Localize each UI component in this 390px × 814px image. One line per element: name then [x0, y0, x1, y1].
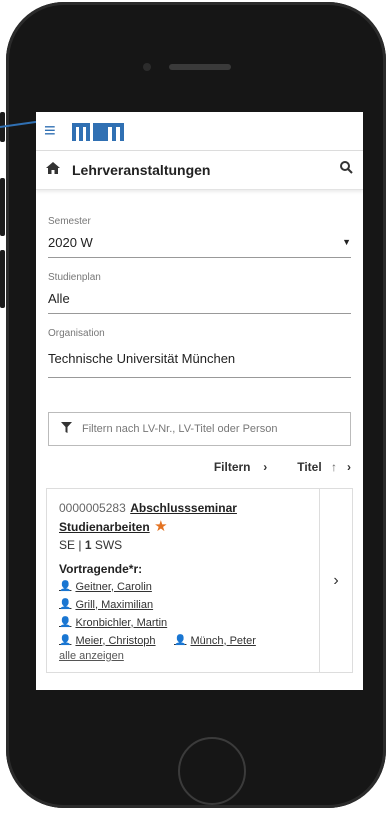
- home-icon[interactable]: [46, 161, 72, 179]
- tum-logo-mark: [72, 123, 124, 141]
- volume-up-button: [0, 178, 5, 236]
- show-all-lecturers-link[interactable]: alle anzeigen: [59, 650, 307, 662]
- semester-select[interactable]: 2020 W ▼: [48, 227, 351, 258]
- organisation-select[interactable]: Technische Universität München: [48, 339, 351, 378]
- sort-arrow-up-icon: ↑: [331, 460, 337, 474]
- user-icon: 👤: [174, 635, 187, 646]
- user-icon: 👤: [59, 581, 72, 592]
- user-icon: 👤: [59, 635, 72, 646]
- lecturer-link[interactable]: 👤 Kronbichler, Martin: [59, 617, 167, 629]
- app-header: ≡: [36, 112, 363, 150]
- page-title: Lehrveranstaltungen: [72, 162, 211, 178]
- home-button[interactable]: [178, 737, 246, 805]
- favorite-star-icon[interactable]: ★: [154, 518, 167, 535]
- dropdown-caret-icon: ▼: [342, 237, 351, 247]
- studienplan-label: Studienplan: [48, 272, 101, 283]
- user-icon: 👤: [59, 599, 72, 610]
- search-filter-placeholder: Filtern nach LV-Nr., LV-Titel oder Perso…: [82, 423, 278, 435]
- search-filter-input[interactable]: Filtern nach LV-Nr., LV-Titel oder Perso…: [48, 412, 351, 446]
- lecturer-name: Grill, Maximilian: [75, 598, 154, 611]
- volume-down-button: [0, 250, 5, 308]
- course-card-body: 0000005283 Abschlussseminar Studienarbei…: [47, 489, 319, 672]
- semester-label: Semester: [48, 216, 91, 227]
- lecturer-link[interactable]: 👤 Münch, Peter: [174, 635, 256, 647]
- lecturer-name: Geitner, Carolin: [75, 580, 152, 593]
- earpiece: [169, 64, 231, 70]
- organisation-value: Technische Universität München: [48, 350, 236, 366]
- tum-logo[interactable]: [70, 119, 126, 143]
- organisation-label: Organisation: [48, 328, 105, 339]
- lecturers-label: Vortragende*r:: [59, 562, 143, 576]
- course-title-line1[interactable]: Abschlussseminar: [130, 501, 237, 515]
- course-sws-unit: SWS: [94, 538, 123, 552]
- lecturer-link[interactable]: 👤 Grill, Maximilian: [59, 599, 153, 611]
- funnel-icon: [61, 422, 72, 436]
- course-sws-value: 1: [84, 538, 92, 552]
- course-number: 0000005283: [59, 501, 126, 515]
- semester-value: 2020 W: [48, 234, 93, 250]
- sort-button-label: Titel: [297, 460, 322, 474]
- lecturer-name: Kronbichler, Martin: [75, 616, 168, 629]
- list-actions: Filtern › Titel ↑ ›: [48, 446, 351, 488]
- front-camera: [143, 63, 151, 71]
- search-icon[interactable]: [340, 161, 353, 179]
- course-type-line: SE | 1 SWS: [59, 538, 123, 552]
- course-type: SE: [59, 538, 76, 552]
- lecturer-link[interactable]: 👤 Meier, Christoph: [59, 635, 156, 647]
- lecturer-name: Meier, Christoph: [75, 634, 156, 647]
- hamburger-icon[interactable]: ≡: [44, 120, 70, 143]
- user-icon: 👤: [59, 617, 72, 628]
- filter-form: Semester 2020 W ▼ Studienplan Alle Organ…: [36, 216, 363, 673]
- filter-button-label: Filtern: [213, 460, 251, 474]
- course-detail-chevron-icon[interactable]: ›: [319, 489, 352, 672]
- app-screen: ≡ Lehrveranstaltungen Semester 2020 W ▼ …: [36, 112, 363, 690]
- chevron-right-icon: ›: [259, 460, 268, 474]
- page-titlebar: Lehrveranstaltungen: [36, 151, 363, 190]
- filter-button[interactable]: Filtern ›: [208, 460, 267, 474]
- lecturer-name: Münch, Peter: [190, 634, 256, 647]
- studienplan-select[interactable]: Alle: [48, 283, 351, 314]
- studienplan-value: Alle: [48, 290, 70, 306]
- course-title-line2[interactable]: Studienarbeiten: [59, 520, 150, 534]
- course-card[interactable]: 0000005283 Abschlussseminar Studienarbei…: [46, 488, 353, 673]
- sort-next-button[interactable]: ›: [347, 460, 351, 474]
- lecturer-link[interactable]: 👤 Geitner, Carolin: [59, 581, 152, 593]
- sort-button[interactable]: Titel ↑: [291, 460, 337, 474]
